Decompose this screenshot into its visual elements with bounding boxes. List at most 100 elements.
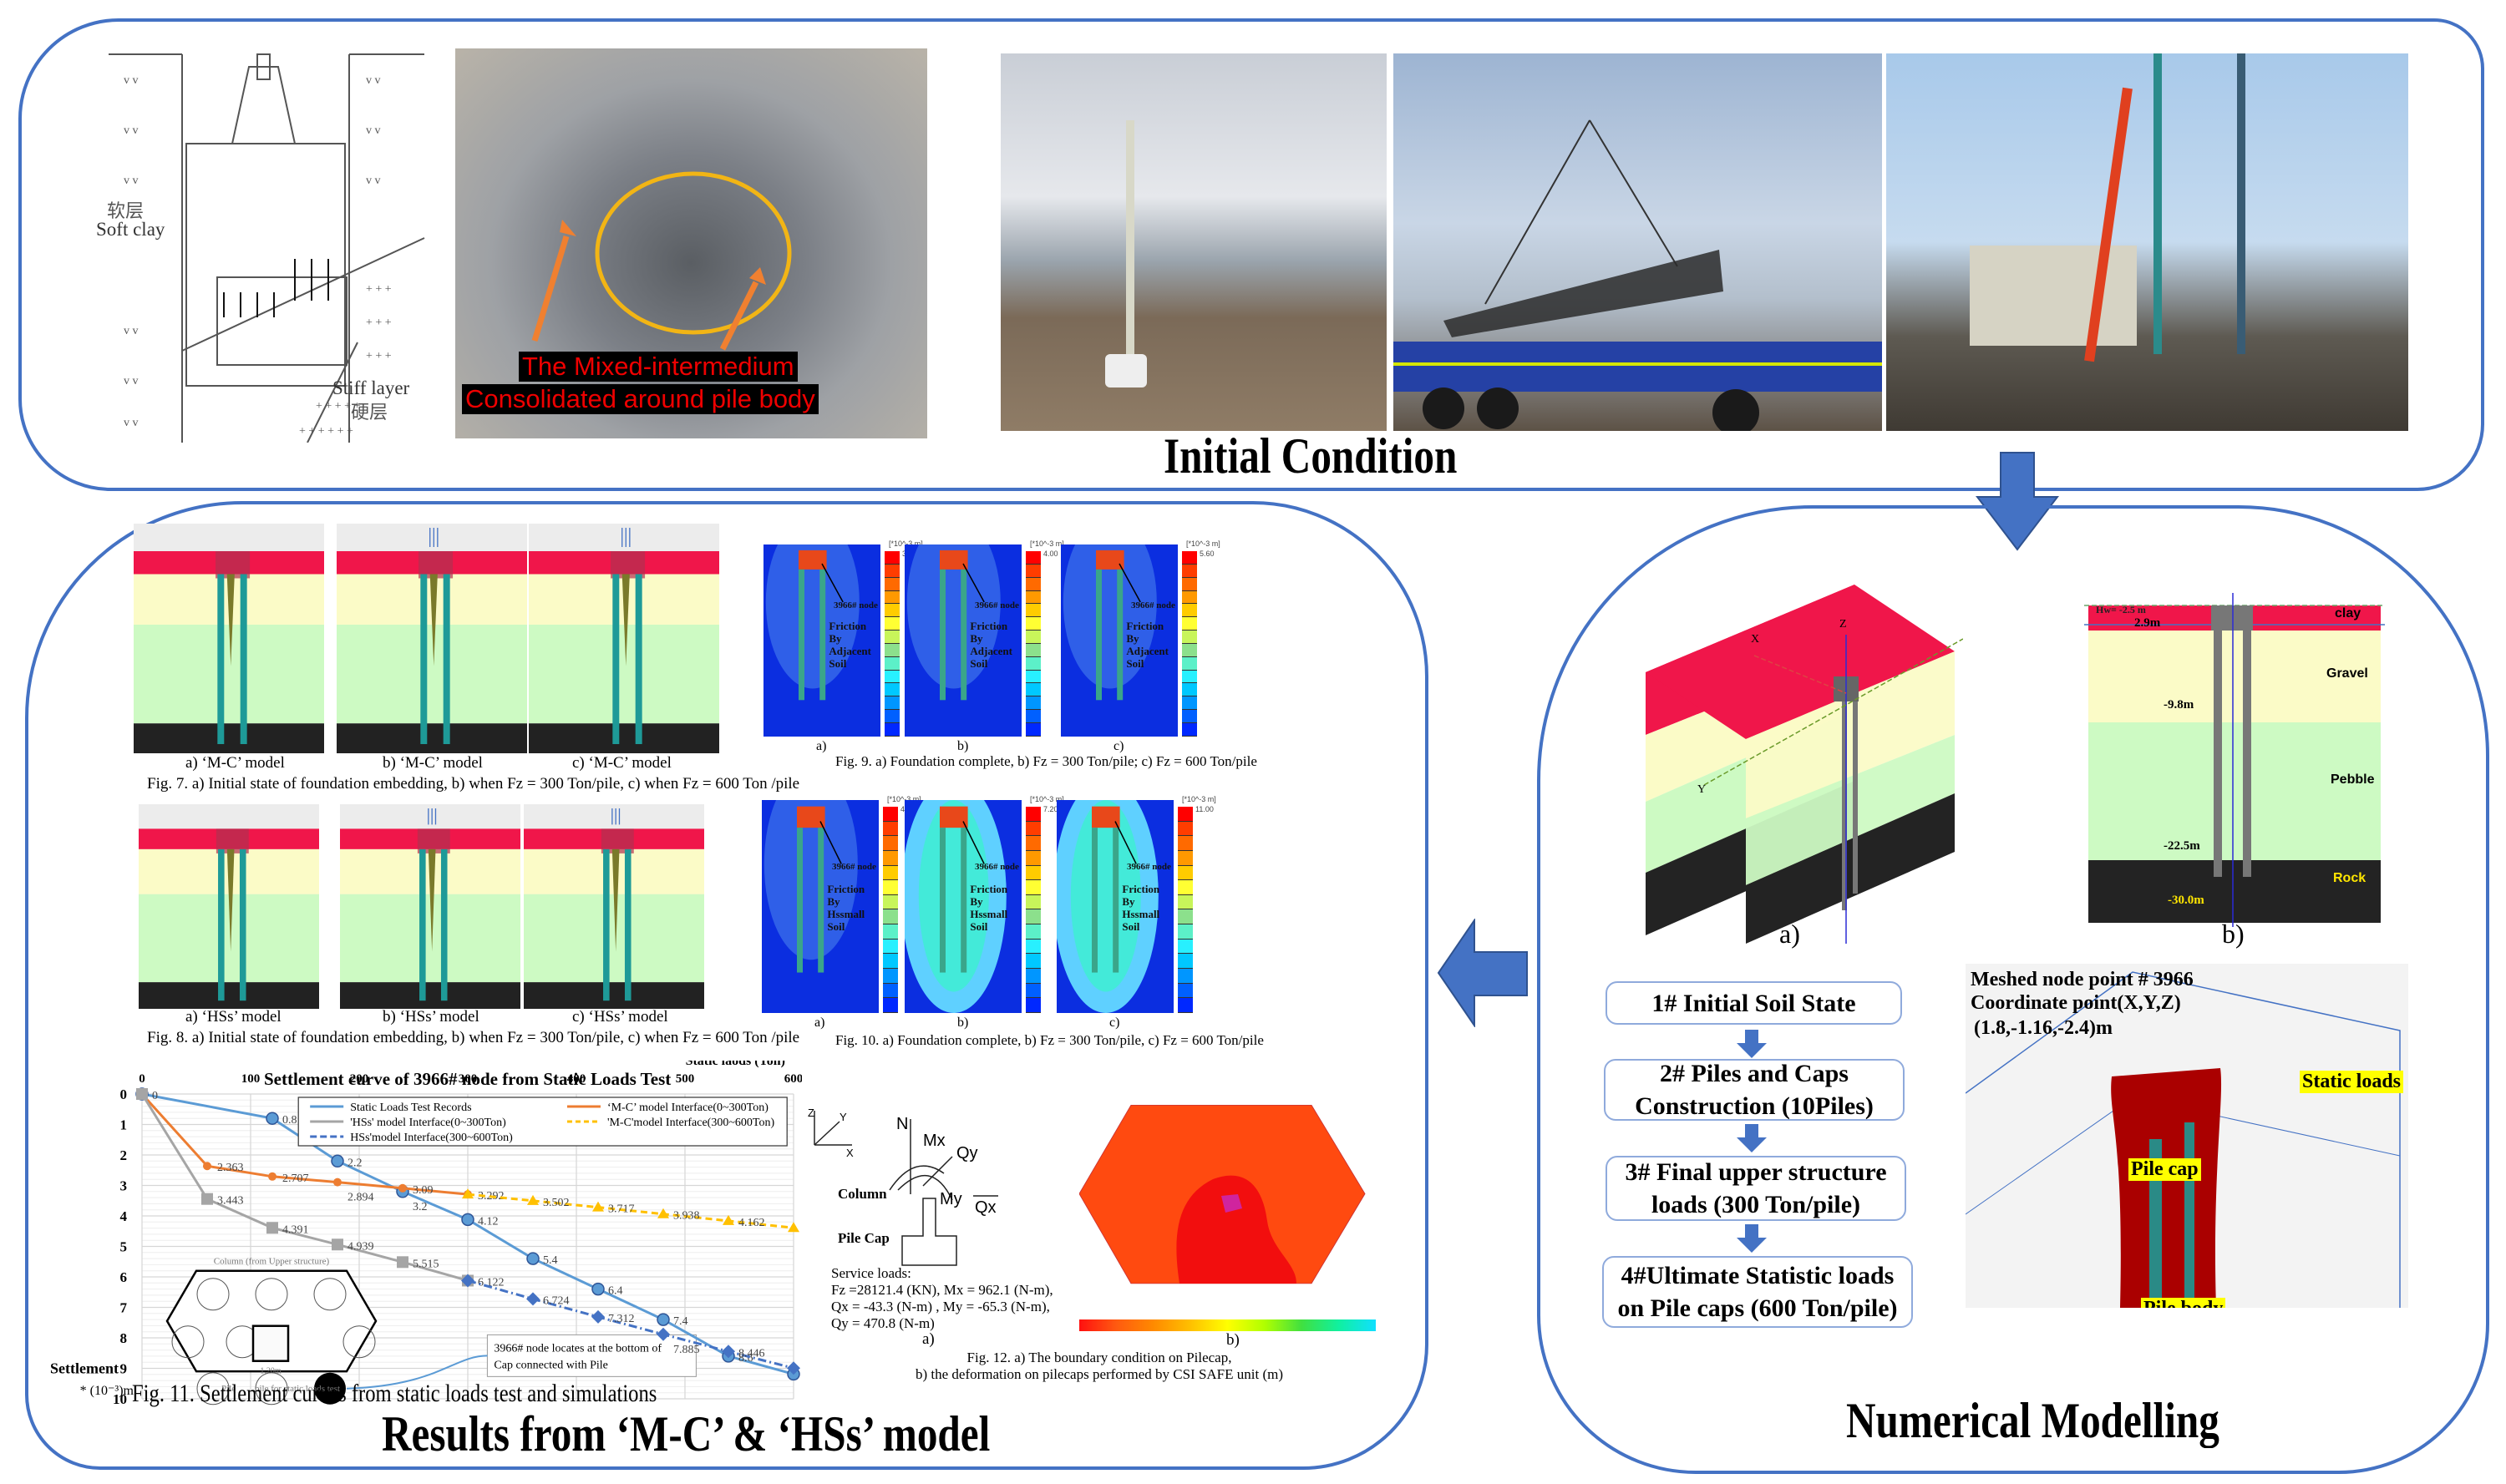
y-tick-label: 1: [120, 1117, 128, 1133]
callout-text: Cap connected with Pile: [494, 1359, 607, 1371]
data-point: [203, 1162, 211, 1171]
data-point: [723, 1214, 734, 1225]
pile-body-photo: The Mixed-intermedium Consolidated aroun…: [455, 48, 927, 438]
stiff-layer-label: Stiff layer: [332, 377, 410, 398]
layer-rock-name: Rock: [2333, 871, 2366, 885]
flow-step-3: 3# Final upper structure loads (300 Ton/…: [1606, 1156, 1906, 1221]
fig12-sub-a: a): [922, 1330, 935, 1348]
data-point: [266, 1222, 278, 1234]
fig12-caption-line1: Fig. 12. a) The boundary condition on Pi…: [966, 1350, 1232, 1365]
service-loads-line: Qy = 470.8 (N-m): [831, 1315, 935, 1331]
data-point: [461, 1213, 474, 1227]
deformation-colorbar: [1079, 1319, 1376, 1331]
column-square: [251, 1324, 290, 1362]
force-qy: Qy: [956, 1144, 978, 1162]
data-label: 2.894: [347, 1192, 374, 1204]
data-point: [136, 1088, 148, 1100]
fig12-sub-b: b): [1226, 1331, 1240, 1349]
axis-y-label: Y: [1697, 783, 1707, 796]
x-tick-label: 100: [241, 1072, 261, 1086]
soil-section-panel: [524, 804, 704, 1009]
y-tick-label: 9: [120, 1361, 128, 1377]
data-label: 4.12: [478, 1215, 499, 1228]
fig12-caption: Fig. 12. a) The boundary condition on Pi…: [865, 1350, 1333, 1383]
callout-text: 3966# node locates at the bottom of: [494, 1342, 662, 1355]
contour-colorbar: [885, 551, 900, 737]
water-level-label: Hw= -2.5 m: [2096, 604, 2146, 615]
soil-section-panel: [134, 524, 324, 753]
data-label: 3.2: [413, 1201, 428, 1213]
soil-section-panel: [340, 804, 520, 1009]
mesh-model-image: Meshed node point # 3966 Coordinate poin…: [1966, 964, 2408, 1308]
data-label: 5.4: [543, 1254, 558, 1267]
fig8-sub-b: b) ‘HSs’ model: [383, 1008, 479, 1026]
colorbar-max: 11.00: [1195, 805, 1214, 813]
data-label: 3.717: [608, 1203, 635, 1216]
colorbar-unit: [*10^-3 m]: [1030, 539, 1064, 548]
fig12-axis-x: X: [846, 1147, 854, 1159]
contour-plot: 3966# node Friction By Hssmall Soil 11.00 […: [1057, 795, 1240, 1038]
service-loads: Service loads: Fz =28121.4 (KN), Mx = 96…: [831, 1265, 1053, 1332]
flow-step-2: 2# Piles and Caps Construction (10Piles): [1604, 1059, 1905, 1121]
settlement-chart: 0123456789100 100 200 300 400 500 600Static la…: [50, 1061, 802, 1407]
node-label: 3966# node: [975, 600, 1019, 610]
colorbar-unit: [*10^-3 m]: [1186, 539, 1220, 548]
stiff-layer-cn-label: 硬层: [351, 402, 388, 423]
inset-dim-label: 1.20m: [260, 1367, 282, 1376]
y-tick-label: 0: [120, 1086, 128, 1102]
fig12-axis-z: Z: [808, 1107, 814, 1119]
model-b-label: b): [2222, 919, 2245, 949]
fig8-sub-a: a) ‘HSs’ model: [185, 1008, 282, 1026]
layer-rock-depth: -30.0m: [2168, 894, 2204, 907]
column-label: Column: [838, 1186, 887, 1202]
data-point: [331, 1154, 344, 1168]
friction-label: Friction By Hssmall Soil: [827, 883, 865, 934]
sub-label: a): [814, 1016, 825, 1030]
y-tick-label: 4: [120, 1208, 128, 1224]
data-label: 3.09: [413, 1184, 434, 1197]
data-label: 0.8: [282, 1114, 297, 1127]
data-point: [333, 1178, 342, 1187]
data-label: 2.707: [282, 1173, 309, 1185]
layer-gravel-depth: -9.8m: [2164, 698, 2194, 712]
soil-section-panel: [337, 524, 527, 753]
data-point: [526, 1292, 540, 1306]
data-point: [332, 1238, 343, 1251]
force-mx: Mx: [923, 1132, 946, 1150]
svg-text:v v: v v: [366, 124, 381, 137]
legend-label: 'HSs' model Interface(0~300Ton): [350, 1117, 506, 1129]
friction-label: Friction By Adjacent Soil: [829, 619, 871, 670]
force-my: My: [940, 1190, 962, 1208]
data-label: 7.312: [608, 1313, 635, 1325]
drilling-rig-photo: [1001, 53, 1387, 431]
x-tick-label: 0: [139, 1072, 145, 1086]
y-tick-label: 6: [120, 1269, 128, 1285]
y-tick-label: 2: [120, 1147, 128, 1163]
contour-colorbar: [1026, 807, 1041, 1013]
data-point: [526, 1252, 540, 1265]
y-axis-unit: * (10⁻³)m: [80, 1384, 134, 1398]
svg-text:v v: v v: [124, 124, 139, 137]
mesh-node-label-3: (1.8,-1.16,-2.4)m: [1974, 1017, 2113, 1039]
fig7-caption: Fig. 7. a) Initial state of foundation e…: [147, 775, 800, 793]
service-loads-title: Service loads:: [831, 1265, 911, 1281]
highlight-ellipse: [595, 171, 792, 335]
layer-pebble-depth: -22.5m: [2164, 839, 2200, 853]
svg-text:v v: v v: [124, 175, 139, 187]
legend-label: ‘M-C’ model Interface(0~300Ton): [607, 1102, 769, 1114]
y-axis-label: Settlement: [50, 1360, 119, 1377]
data-point: [201, 1193, 213, 1205]
axis-x-label: X: [1751, 633, 1760, 646]
contour-colorbar: [883, 807, 898, 1013]
flow-step-1: 1# Initial Soil State: [1606, 981, 1902, 1025]
sub-label: b): [957, 739, 969, 753]
svg-text:v v: v v: [124, 417, 139, 429]
x-tick-label: 600: [784, 1072, 802, 1086]
fig11-caption: Fig. 11. Settlement curves from static l…: [132, 1380, 657, 1407]
data-label: 3.938: [673, 1210, 700, 1223]
layer-clay-name: clay: [2335, 606, 2361, 620]
pile-cap-construction-photo: [1886, 53, 2408, 431]
data-label: 6.724: [543, 1294, 570, 1307]
svg-text:v v: v v: [124, 375, 139, 387]
y-tick-label: 3: [120, 1178, 128, 1194]
